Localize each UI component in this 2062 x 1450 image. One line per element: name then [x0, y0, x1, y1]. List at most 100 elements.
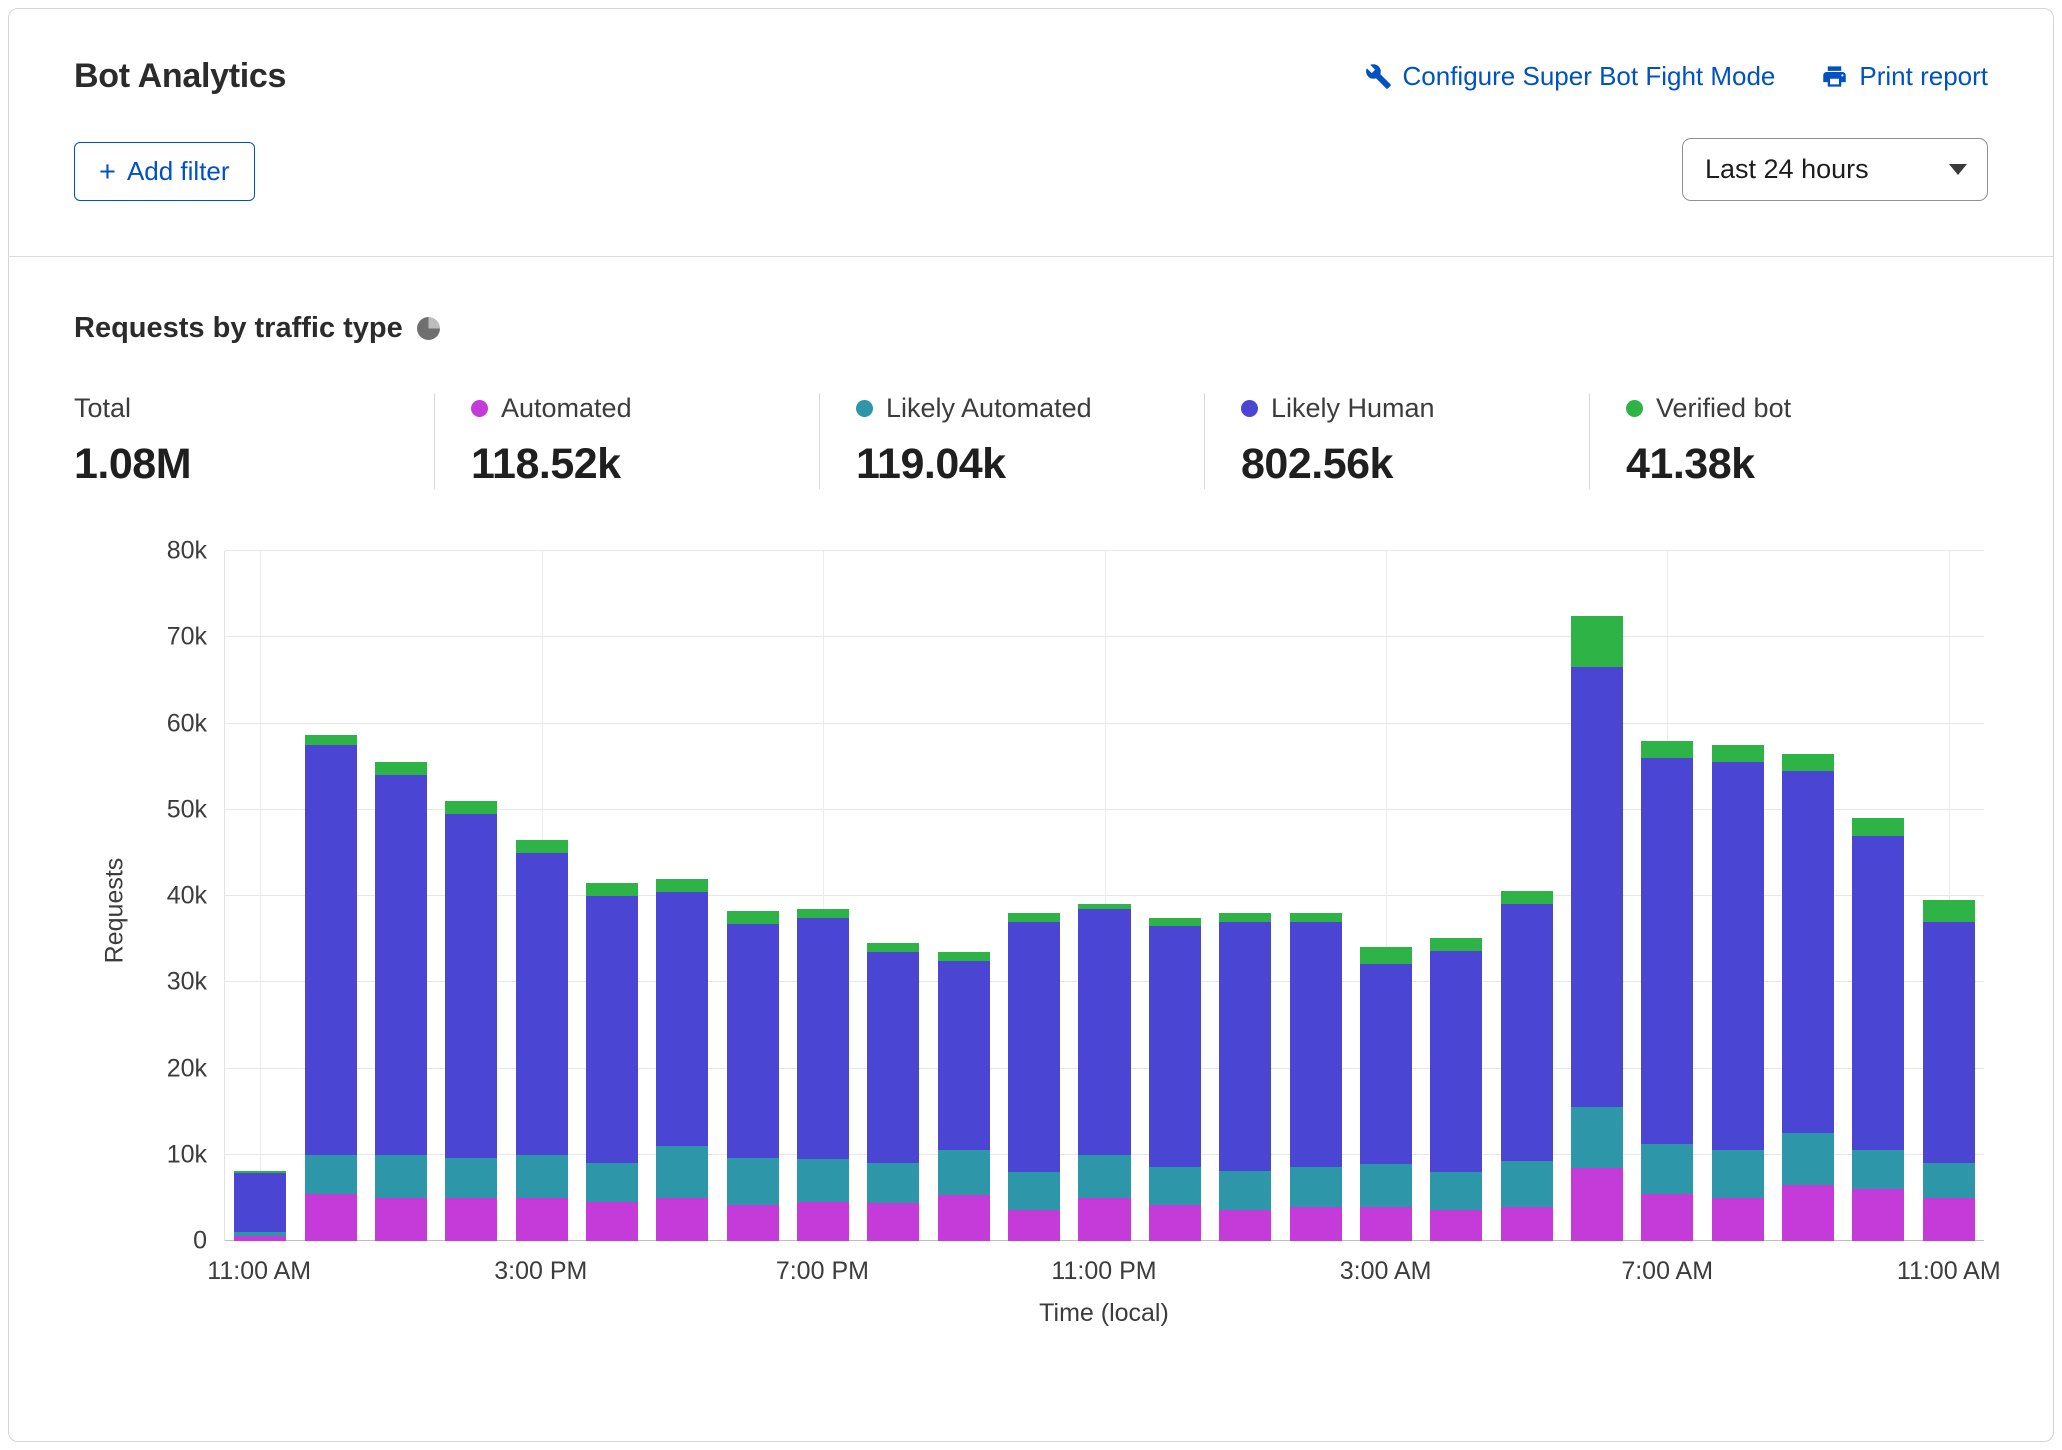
bar-slot: [366, 551, 436, 1241]
print-report-link[interactable]: Print report: [1821, 61, 1988, 92]
segment-likely-automated: [1571, 1107, 1623, 1167]
y-tick-label: 70k: [167, 623, 207, 652]
segment-automated: [1501, 1207, 1553, 1242]
bar-7-00-am: [1641, 551, 1693, 1241]
segment-automated: [1782, 1185, 1834, 1241]
segment-likely-human: [797, 918, 849, 1160]
page-title: Bot Analytics: [74, 57, 286, 96]
time-range-select[interactable]: Last 24 hours: [1682, 138, 1988, 201]
segment-likely-human: [305, 745, 357, 1155]
stat-likely-human: Likely Human 802.56k: [1204, 393, 1589, 489]
segment-automated: [586, 1202, 638, 1241]
segment-likely-automated: [938, 1150, 990, 1195]
bar-9-00-pm: [938, 551, 990, 1241]
legend-dot: [471, 400, 488, 417]
segment-verified-bot: [516, 840, 568, 853]
segment-automated: [797, 1202, 849, 1241]
y-tick-label: 20k: [167, 1054, 207, 1083]
bar-10-00-am: [1852, 551, 1904, 1241]
segment-likely-human: [656, 892, 708, 1146]
segment-likely-human: [1712, 762, 1764, 1149]
bar-11-00-pm: [1078, 551, 1130, 1241]
legend-dot: [856, 400, 873, 417]
bar-10-00-pm: [1008, 551, 1060, 1241]
bar-11-00-am: [1923, 551, 1975, 1241]
segment-likely-automated: [1430, 1172, 1482, 1210]
y-tick-label: 80k: [167, 537, 207, 566]
segment-likely-automated: [1852, 1150, 1904, 1190]
segment-automated: [1852, 1189, 1904, 1241]
segment-likely-human: [1571, 667, 1623, 1107]
segment-likely-human: [375, 775, 427, 1155]
requests-chart: Requests 010k20k30k40k50k60k70k80k 11:00…: [74, 551, 1988, 1328]
y-tick-label: 60k: [167, 709, 207, 738]
segment-verified-bot: [445, 801, 497, 814]
plus-icon: +: [99, 161, 116, 183]
segment-likely-human: [1078, 909, 1130, 1155]
segment-verified-bot: [586, 883, 638, 896]
y-tick-label: 50k: [167, 795, 207, 824]
stat-value: 802.56k: [1241, 440, 1589, 489]
bar-9-00-am: [1782, 551, 1834, 1241]
segment-likely-human: [516, 853, 568, 1155]
segment-automated: [656, 1198, 708, 1241]
segment-verified-bot: [305, 735, 357, 745]
stats-row: Total1.08MAutomated118.52kLikely Automat…: [74, 393, 1988, 489]
segment-likely-automated: [1712, 1150, 1764, 1198]
segment-automated: [727, 1205, 779, 1241]
bar-slot: [436, 551, 506, 1241]
segment-verified-bot: [1571, 616, 1623, 668]
stat-label: Total: [74, 393, 131, 424]
bar-6-00-pm: [727, 551, 779, 1241]
segment-likely-human: [867, 952, 919, 1163]
x-tick-label: 11:00 AM: [1897, 1257, 2001, 1286]
segment-likely-human: [1290, 922, 1342, 1167]
pie-chart-icon: [417, 317, 440, 340]
stat-label: Likely Human: [1271, 393, 1435, 424]
bar-slot: [1069, 551, 1139, 1241]
segment-likely-automated: [1923, 1163, 1975, 1198]
segment-likely-automated: [586, 1163, 638, 1202]
segment-likely-automated: [867, 1163, 919, 1203]
segment-likely-automated: [375, 1155, 427, 1198]
stat-likely-automated: Likely Automated119.04k: [819, 393, 1204, 489]
bar-slot: [788, 551, 858, 1241]
segment-likely-automated: [1008, 1172, 1060, 1210]
bars-container: [225, 551, 1984, 1241]
bar-slot: [1210, 551, 1280, 1241]
bar-1-00-pm: [375, 551, 427, 1241]
add-filter-button[interactable]: + Add filter: [74, 142, 255, 201]
requests-by-traffic-type-section: Requests by traffic type Total1.08MAutom…: [9, 257, 2053, 1328]
segment-likely-automated: [305, 1155, 357, 1194]
bot-analytics-card: Bot Analytics Configure Super Bot Fight …: [8, 8, 2054, 1442]
segment-verified-bot: [1712, 745, 1764, 762]
segment-likely-automated: [1290, 1167, 1342, 1207]
y-tick-label: 10k: [167, 1140, 207, 1169]
y-tick-label: 40k: [167, 882, 207, 911]
bar-4-00-pm: [586, 551, 638, 1241]
segment-verified-bot: [1641, 741, 1693, 758]
segment-likely-automated: [1641, 1144, 1693, 1194]
stat-label: Automated: [501, 393, 632, 424]
configure-super-bot-fight-mode-link[interactable]: Configure Super Bot Fight Mode: [1365, 61, 1776, 92]
segment-automated: [1149, 1205, 1201, 1241]
wrench-icon: [1365, 63, 1392, 90]
segment-likely-human: [938, 961, 990, 1151]
segment-likely-human: [445, 814, 497, 1158]
segment-likely-human: [1782, 771, 1834, 1133]
segment-verified-bot: [1852, 818, 1904, 835]
x-tick-label: 7:00 PM: [776, 1257, 869, 1286]
segment-verified-bot: [867, 943, 919, 952]
bar-slot: [1703, 551, 1773, 1241]
x-tick-label: 11:00 PM: [1051, 1257, 1156, 1286]
segment-verified-bot: [1782, 754, 1834, 771]
segment-likely-automated: [727, 1158, 779, 1205]
segment-likely-human: [1852, 836, 1904, 1150]
bar-slot: [1914, 551, 1984, 1241]
y-tick-label: 0: [193, 1227, 207, 1256]
bar-1-00-am: [1219, 551, 1271, 1241]
segment-verified-bot: [938, 952, 990, 961]
stat-verified-bot: Verified bot41.38k: [1589, 393, 1974, 489]
stat-label: Likely Automated: [886, 393, 1092, 424]
segment-likely-automated: [1782, 1133, 1834, 1185]
